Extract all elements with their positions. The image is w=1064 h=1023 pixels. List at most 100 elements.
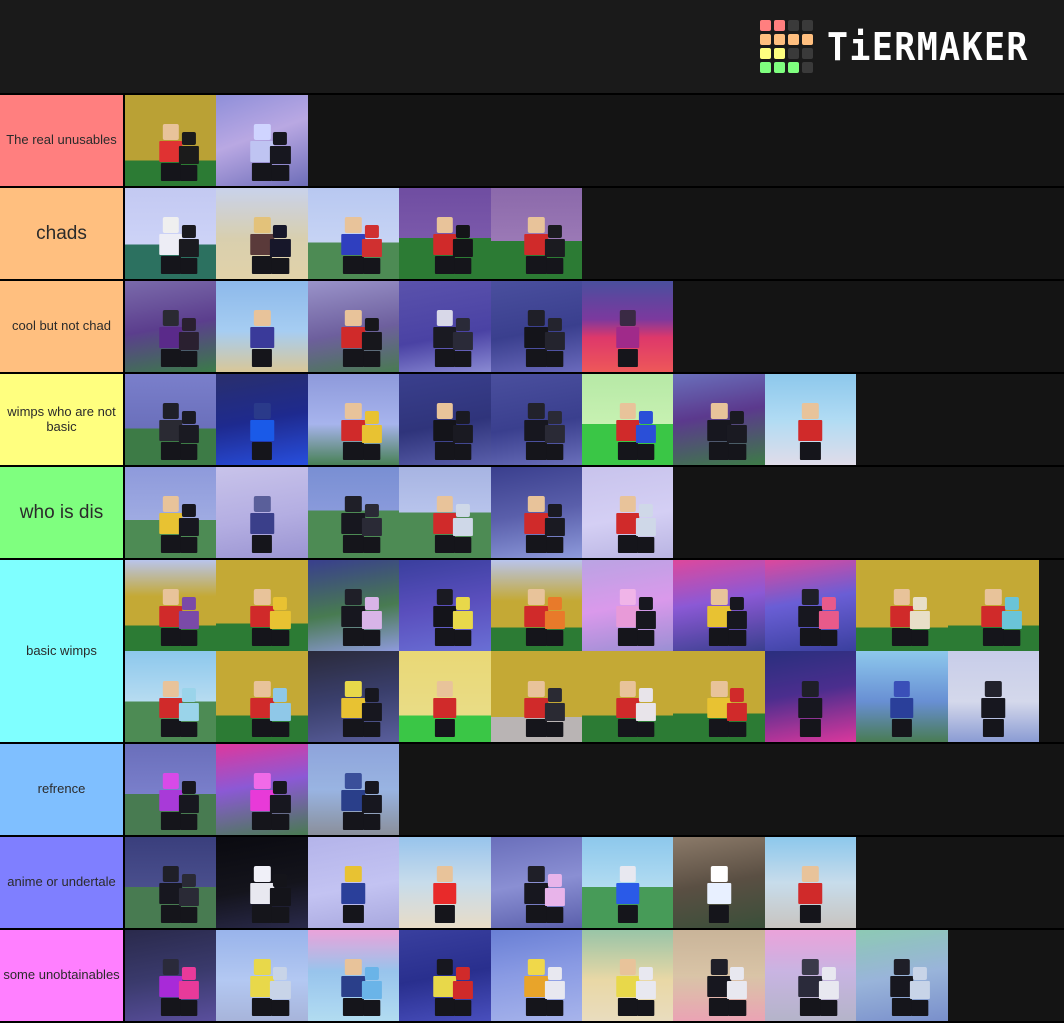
tier-row: chads [0, 188, 1064, 281]
roblox-avatar-thumb[interactable] [216, 374, 308, 465]
roblox-avatar-thumb[interactable] [947, 560, 1039, 652]
roblox-avatar-thumb[interactable] [490, 930, 582, 1021]
roblox-avatar-thumb[interactable] [216, 837, 308, 928]
roblox-avatar-thumb[interactable] [307, 467, 400, 558]
roblox-avatar-thumb[interactable] [216, 651, 308, 742]
tier-label[interactable]: anime or undertale [0, 837, 125, 928]
roblox-avatar-thumb[interactable] [764, 560, 857, 652]
roblox-avatar-thumb[interactable] [581, 467, 674, 558]
roblox-avatar-thumb[interactable] [125, 930, 217, 1021]
tier-items-container[interactable] [125, 467, 1064, 558]
roblox-avatar-thumb[interactable] [399, 651, 491, 742]
roblox-avatar-thumb[interactable] [764, 930, 857, 1021]
roblox-avatar-thumb[interactable] [490, 188, 582, 279]
avatar-figure [250, 496, 274, 553]
roblox-avatar-thumb[interactable] [125, 560, 217, 652]
avatar-figure [341, 866, 366, 923]
roblox-avatar-thumb[interactable] [125, 651, 217, 742]
tier-row: who is dis [0, 467, 1064, 560]
roblox-avatar-thumb[interactable] [399, 374, 491, 465]
roblox-avatar-thumb[interactable] [581, 930, 674, 1021]
roblox-avatar-thumb[interactable] [307, 560, 400, 652]
roblox-avatar-thumb[interactable] [307, 744, 400, 835]
roblox-avatar-thumb[interactable] [947, 651, 1039, 742]
roblox-avatar-thumb[interactable] [490, 837, 582, 928]
tier-label[interactable]: cool but not chad [0, 281, 125, 372]
logo-cell [801, 20, 813, 31]
roblox-avatar-thumb[interactable] [856, 560, 948, 652]
roblox-avatar-thumb[interactable] [490, 560, 582, 652]
tier-items-container[interactable] [125, 837, 1064, 928]
roblox-avatar-thumb[interactable] [673, 374, 765, 465]
roblox-avatar-thumb[interactable] [399, 560, 491, 652]
roblox-avatar-thumb[interactable] [307, 837, 400, 928]
logo-cell [787, 34, 799, 45]
avatar-figure-secondary [544, 410, 565, 460]
roblox-avatar-thumb[interactable] [307, 374, 400, 465]
roblox-avatar-thumb[interactable] [399, 188, 491, 279]
avatar-figure [432, 866, 457, 923]
roblox-avatar-thumb[interactable] [490, 467, 582, 558]
tier-label[interactable]: wimps who are not basic [0, 374, 125, 465]
roblox-avatar-thumb[interactable] [856, 930, 948, 1021]
tier-items-container[interactable] [125, 930, 1064, 1021]
roblox-avatar-thumb[interactable] [216, 560, 308, 652]
roblox-avatar-thumb[interactable] [399, 281, 491, 372]
roblox-avatar-thumb[interactable] [490, 281, 582, 372]
tier-items-container[interactable] [125, 374, 1064, 465]
roblox-avatar-thumb[interactable] [216, 744, 308, 835]
tier-items-container[interactable] [125, 95, 1064, 186]
roblox-avatar-thumb[interactable] [216, 930, 308, 1021]
tier-row: cool but not chad [0, 281, 1064, 374]
roblox-avatar-thumb[interactable] [399, 930, 491, 1021]
roblox-avatar-thumb[interactable] [125, 467, 217, 558]
tier-items-container[interactable] [125, 560, 1064, 742]
tier-label[interactable]: who is dis [0, 467, 125, 558]
avatar-figure-secondary [361, 780, 382, 830]
roblox-avatar-thumb[interactable] [764, 374, 857, 465]
tier-label[interactable]: refrence [0, 744, 125, 835]
roblox-avatar-thumb[interactable] [307, 281, 400, 372]
roblox-avatar-thumb[interactable] [216, 188, 308, 279]
tier-label[interactable]: The real unusables [0, 95, 125, 186]
roblox-avatar-thumb[interactable] [856, 651, 948, 742]
avatar-figure-secondary [727, 966, 748, 1016]
roblox-avatar-thumb[interactable] [673, 651, 765, 742]
roblox-avatar-thumb[interactable] [581, 281, 674, 372]
roblox-avatar-thumb[interactable] [216, 95, 308, 186]
roblox-avatar-thumb[interactable] [673, 930, 765, 1021]
roblox-avatar-thumb[interactable] [307, 651, 400, 742]
tier-items-container[interactable] [125, 744, 1064, 835]
logo-cell [759, 20, 771, 31]
roblox-avatar-thumb[interactable] [581, 374, 674, 465]
tier-items-container[interactable] [125, 188, 1064, 279]
roblox-avatar-thumb[interactable] [764, 651, 857, 742]
avatar-figure-secondary [178, 780, 200, 830]
avatar-figure-secondary [270, 780, 291, 830]
roblox-avatar-thumb[interactable] [125, 744, 217, 835]
roblox-avatar-thumb[interactable] [581, 837, 674, 928]
roblox-avatar-thumb[interactable] [399, 467, 491, 558]
roblox-avatar-thumb[interactable] [581, 651, 674, 742]
tier-label[interactable]: chads [0, 188, 125, 279]
roblox-avatar-thumb[interactable] [125, 188, 217, 279]
roblox-avatar-thumb[interactable] [125, 374, 217, 465]
roblox-avatar-thumb[interactable] [307, 188, 400, 279]
roblox-avatar-thumb[interactable] [490, 651, 582, 742]
roblox-avatar-thumb[interactable] [216, 467, 308, 558]
roblox-avatar-thumb[interactable] [125, 281, 217, 372]
tier-label[interactable]: some unobtainables [0, 930, 125, 1021]
roblox-avatar-thumb[interactable] [399, 837, 491, 928]
roblox-avatar-thumb[interactable] [125, 95, 217, 186]
avatar-figure-secondary [544, 224, 565, 274]
tier-label[interactable]: basic wimps [0, 560, 125, 742]
roblox-avatar-thumb[interactable] [307, 930, 400, 1021]
roblox-avatar-thumb[interactable] [125, 837, 217, 928]
roblox-avatar-thumb[interactable] [764, 837, 857, 928]
roblox-avatar-thumb[interactable] [581, 560, 674, 652]
roblox-avatar-thumb[interactable] [490, 374, 582, 465]
roblox-avatar-thumb[interactable] [673, 560, 765, 652]
roblox-avatar-thumb[interactable] [216, 281, 308, 372]
tier-items-container[interactable] [125, 281, 1064, 372]
roblox-avatar-thumb[interactable] [673, 837, 765, 928]
